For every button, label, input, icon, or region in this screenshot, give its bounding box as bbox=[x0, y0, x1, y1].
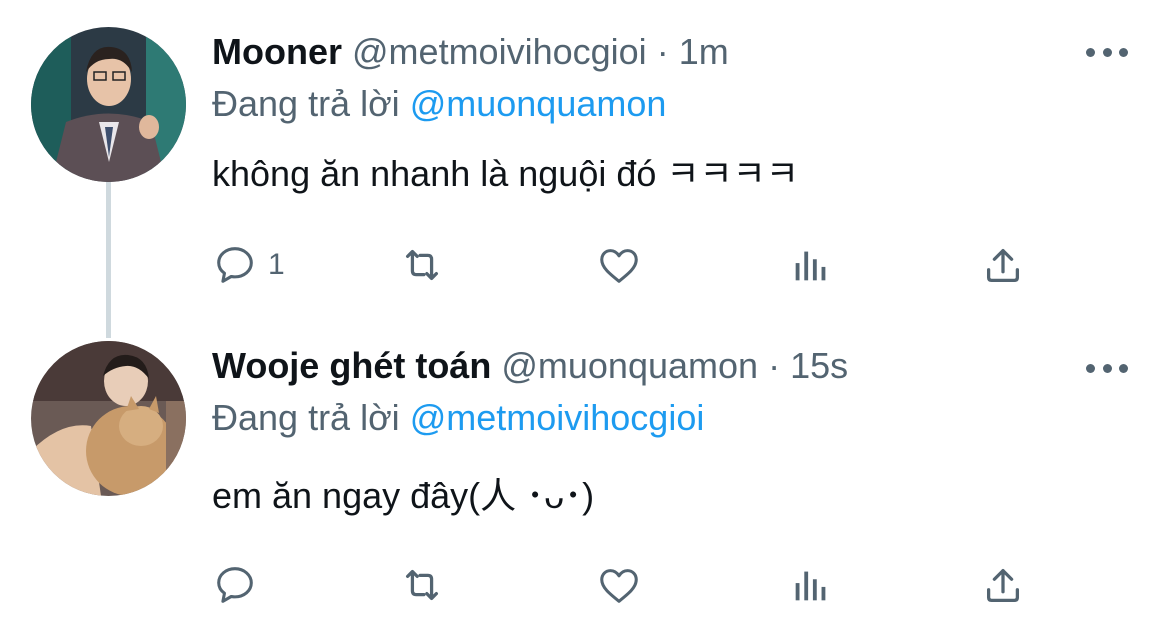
retweet-icon bbox=[405, 569, 439, 601]
user-handle[interactable]: @muonquamon bbox=[501, 345, 758, 386]
share-button[interactable] bbox=[980, 240, 1026, 290]
separator-dot: · bbox=[768, 345, 781, 386]
share-icon bbox=[986, 568, 1020, 602]
replying-to-line: Đang trả lời @muonquamon bbox=[212, 82, 666, 126]
reply-icon bbox=[217, 567, 253, 603]
retweet-button[interactable] bbox=[398, 240, 446, 290]
tweet-1[interactable]: Mooner @metmoivihocgioi · 1m Đang trả lờ… bbox=[0, 0, 1170, 300]
avatar-photo-icon bbox=[31, 341, 186, 496]
display-name[interactable]: Wooje ghét toán bbox=[212, 345, 491, 386]
like-button[interactable] bbox=[595, 560, 643, 610]
share-icon bbox=[986, 248, 1020, 282]
retweet-icon bbox=[405, 249, 439, 281]
tweet-actions: 1 bbox=[212, 240, 1032, 290]
replying-to-label: Đang trả lời bbox=[212, 83, 400, 124]
more-icon[interactable] bbox=[1086, 46, 1128, 58]
avatar[interactable] bbox=[31, 341, 186, 496]
more-icon[interactable] bbox=[1086, 362, 1128, 374]
replying-to-mention[interactable]: @muonquamon bbox=[410, 83, 667, 124]
share-button[interactable] bbox=[980, 560, 1026, 610]
separator-dot: · bbox=[656, 31, 669, 72]
user-handle[interactable]: @metmoivihocgioi bbox=[352, 31, 647, 72]
display-name[interactable]: Mooner bbox=[212, 31, 342, 72]
retweet-button[interactable] bbox=[398, 560, 446, 610]
analytics-button[interactable] bbox=[788, 240, 834, 290]
reply-button[interactable]: 1 bbox=[212, 240, 285, 290]
tweet-actions bbox=[212, 560, 1032, 610]
tweet-2[interactable]: Wooje ghét toán @muonquamon · 15s Đang t… bbox=[0, 300, 1170, 619]
timestamp[interactable]: 15s bbox=[790, 345, 848, 386]
tweet-header: Wooje ghét toán @muonquamon · 15s bbox=[212, 344, 848, 388]
avatar-photo-icon bbox=[31, 27, 186, 182]
like-button[interactable] bbox=[595, 240, 643, 290]
timestamp[interactable]: 1m bbox=[679, 31, 729, 72]
analytics-button[interactable] bbox=[788, 560, 834, 610]
tweet-text: không ăn nhanh là nguội đó ㅋㅋㅋㅋ bbox=[212, 153, 799, 194]
like-icon bbox=[600, 249, 638, 283]
tweet-header: Mooner @metmoivihocgioi · 1m bbox=[212, 30, 729, 74]
reply-button[interactable] bbox=[212, 560, 268, 610]
analytics-icon bbox=[795, 571, 826, 601]
avatar[interactable] bbox=[31, 27, 186, 182]
replying-to-label: Đang trả lời bbox=[212, 397, 400, 438]
reply-count: 1 bbox=[268, 248, 285, 281]
analytics-icon bbox=[795, 251, 826, 281]
like-icon bbox=[600, 569, 638, 603]
replying-to-line: Đang trả lời @metmoivihocgioi bbox=[212, 396, 704, 440]
tweet-text: em ăn ngay đây(人 ･ᴗ･) bbox=[212, 475, 595, 516]
replying-to-mention[interactable]: @metmoivihocgioi bbox=[410, 397, 705, 438]
reply-icon bbox=[217, 247, 253, 283]
